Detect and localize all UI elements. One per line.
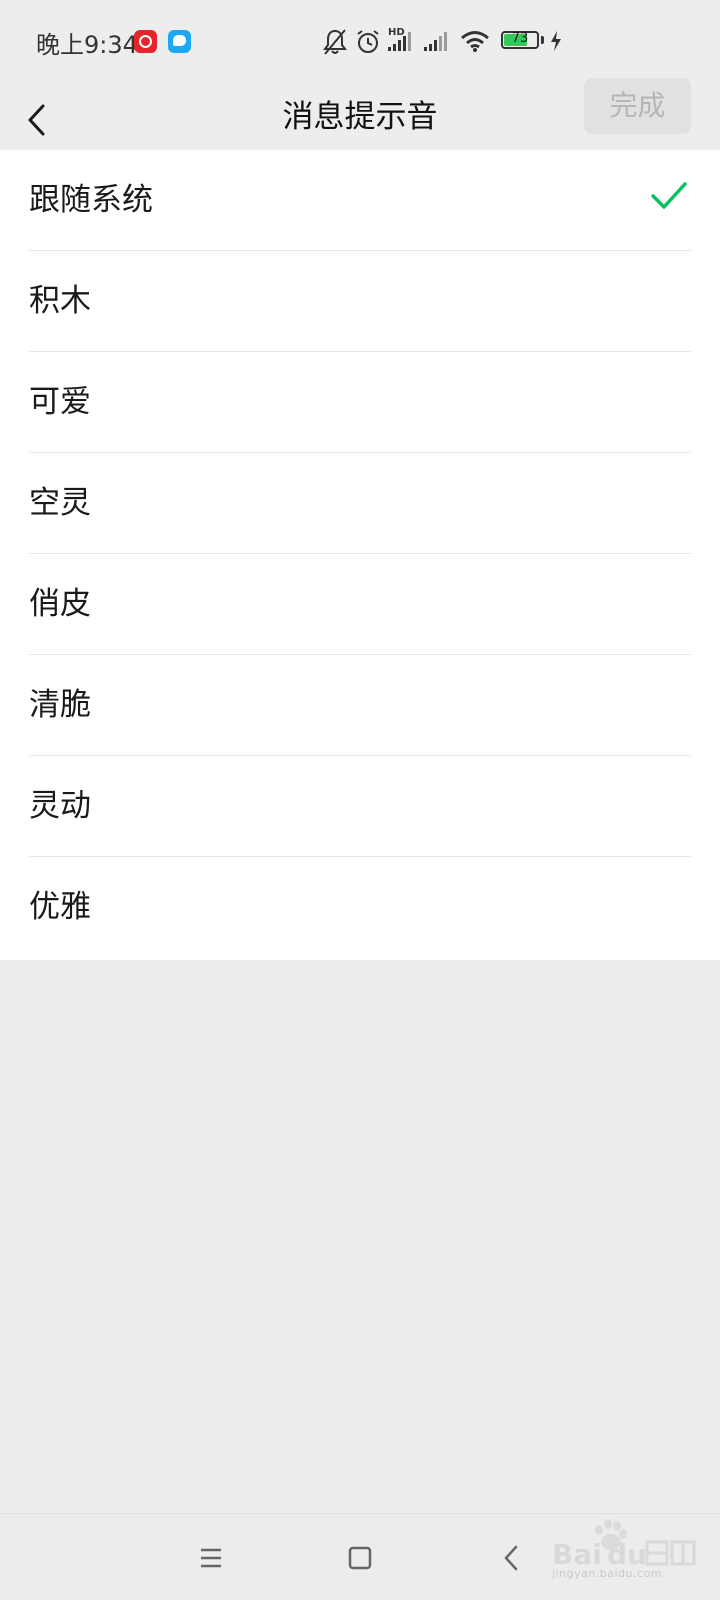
sound-option-lingdong[interactable]: 灵动 bbox=[0, 756, 720, 857]
sound-option-label: 优雅 bbox=[29, 889, 91, 925]
sound-option-keai[interactable]: 可爱 bbox=[0, 352, 720, 453]
done-button[interactable]: 完成 bbox=[584, 78, 691, 134]
wifi-icon bbox=[461, 31, 489, 52]
sound-option-label: 俏皮 bbox=[29, 586, 91, 622]
battery-cap bbox=[541, 36, 544, 44]
sound-option-qiaopi[interactable]: 俏皮 bbox=[0, 554, 720, 655]
sound-option-label: 清脆 bbox=[29, 687, 91, 723]
sound-option-qingcui[interactable]: 清脆 bbox=[0, 655, 720, 756]
back-button[interactable] bbox=[18, 84, 68, 150]
sound-option-jimu[interactable]: 积木 bbox=[0, 251, 720, 352]
alarm-icon bbox=[357, 30, 379, 53]
sound-option-label: 跟随系统 bbox=[29, 182, 153, 218]
netease-music-icon bbox=[134, 30, 157, 53]
mute-bell-icon bbox=[323, 29, 347, 55]
check-icon bbox=[651, 182, 687, 209]
charging-bolt-icon bbox=[551, 31, 561, 51]
chevron-left-icon bbox=[28, 104, 45, 136]
battery-icon: 73 bbox=[501, 31, 539, 49]
sound-option-label: 空灵 bbox=[29, 485, 91, 521]
notification-sound-list: 跟随系统 积木 可爱 空灵 俏皮 清脆 灵动 优雅 bbox=[0, 150, 720, 960]
sound-option-follow-system[interactable]: 跟随系统 bbox=[0, 150, 720, 251]
signal-icon bbox=[388, 32, 411, 51]
back-chevron-icon[interactable] bbox=[490, 1536, 534, 1580]
sound-option-youya[interactable]: 优雅 bbox=[0, 857, 720, 958]
menu-icon[interactable] bbox=[189, 1536, 233, 1580]
signal-icon-2 bbox=[424, 32, 447, 51]
status-time: 晚上9:34 bbox=[36, 31, 138, 59]
home-square-icon[interactable] bbox=[338, 1536, 382, 1580]
message-app-icon bbox=[168, 30, 191, 53]
watermark-url: jingyan.baidu.com bbox=[552, 1567, 663, 1580]
sound-option-label: 可爱 bbox=[29, 384, 91, 420]
sound-option-label: 积木 bbox=[29, 283, 91, 319]
sound-option-label: 灵动 bbox=[29, 788, 91, 824]
sound-option-kongling[interactable]: 空灵 bbox=[0, 453, 720, 554]
battery-level-text: 73 bbox=[511, 31, 529, 46]
status-bar: 晚上9:34 HD 73 bbox=[0, 0, 720, 84]
